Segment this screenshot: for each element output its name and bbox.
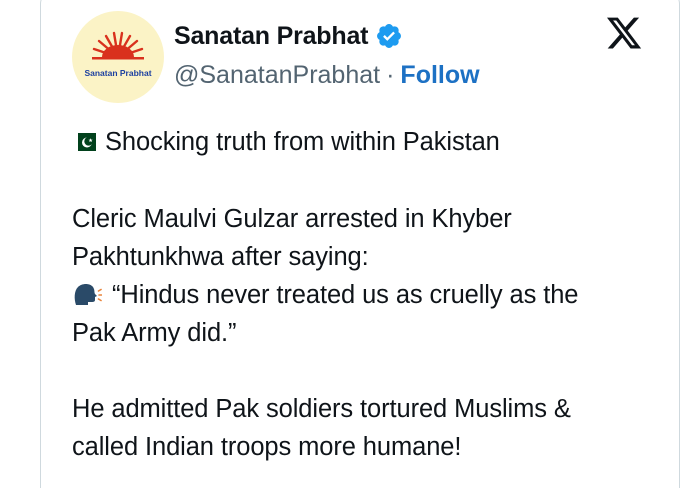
tweet-line-7: called Indian troops more humane! <box>72 433 462 461</box>
verified-badge-icon <box>377 24 402 48</box>
display-name[interactable]: Sanatan Prabhat <box>174 22 368 51</box>
tweet-line-6: He admitted Pak soldiers tortured Muslim… <box>72 395 571 423</box>
separator-dot: · <box>386 60 395 89</box>
pakistan-flag-icon <box>72 133 96 151</box>
tweet-line-3: Pakhtunkhwa after saying: <box>72 243 369 271</box>
follow-button[interactable]: Follow <box>400 61 479 90</box>
tweet-line-2: Cleric Maulvi Gulzar arrested in Khyber <box>72 205 512 233</box>
avatar-logo-text: Sanatan Prabhat <box>84 68 152 78</box>
tweet-line-4: “Hindus never treated us as cruelly as t… <box>72 277 578 313</box>
author-name-row: Sanatan Prabhat <box>174 18 403 54</box>
tweet-text-line: “Hindus never treated us as cruelly as t… <box>112 281 579 309</box>
tweet-text-line: Shocking truth from within Pakistan <box>105 128 500 156</box>
handle-row: @SanatanPrabhat · Follow <box>174 58 480 92</box>
avatar[interactable]: Sanatan Prabhat <box>72 11 164 103</box>
tweet-line-5: Pak Army did.” <box>72 319 237 347</box>
x-logo-icon[interactable] <box>604 14 644 52</box>
tweet-line-1: Shocking truth from within Pakistan <box>72 124 500 160</box>
user-handle[interactable]: @SanatanPrabhat <box>174 61 380 90</box>
speaking-head-icon <box>74 284 102 305</box>
sun-logo-icon <box>92 31 144 60</box>
